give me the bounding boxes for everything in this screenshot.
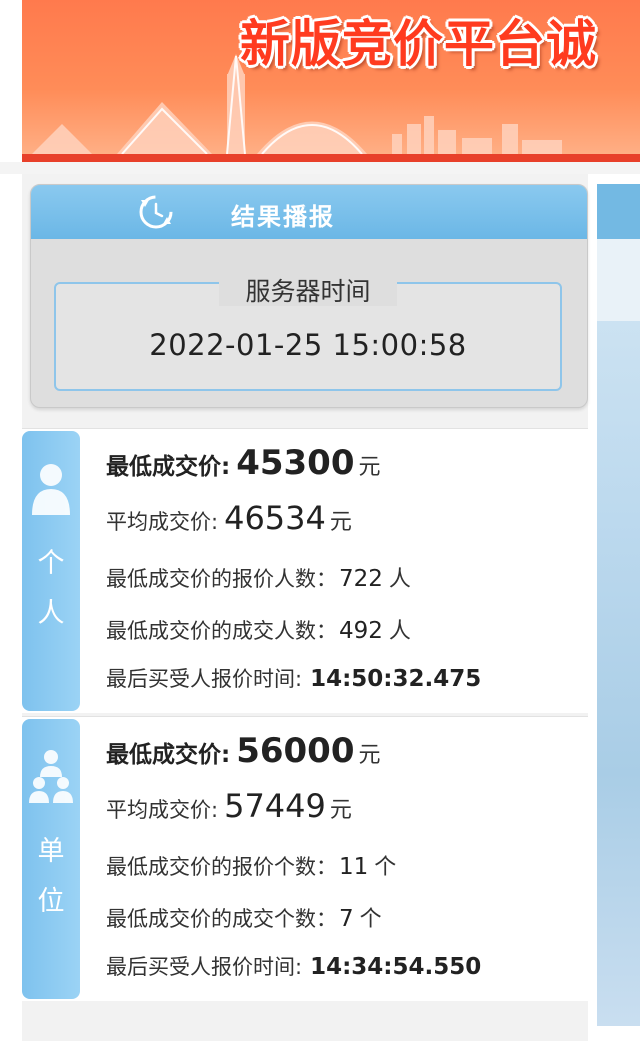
lowest-bid-count-row: 最低成交价的报价个数：11 个 [106,849,396,881]
lowest-deal-count-value: 492 [339,618,383,644]
lowest-price-value: 56000 [236,731,355,771]
personal-tab-label-2: 人 [37,598,65,629]
avg-price-row: 平均成交价: 46534 元 [106,499,352,537]
panel-header: 结果播报 [31,185,587,239]
company-tab-label-2: 位 [37,886,65,917]
personal-results-section: 个 人 最低成交价: 45300 元 平均成交价: 46534 元 最低成交价的报价人数… [22,428,588,713]
count-unit: 人 [388,567,411,592]
avg-price-label: 平均成交价: [106,510,219,534]
personal-tab-label-1: 个 [37,548,65,579]
right-panel-header [597,184,640,239]
currency-unit: 元 [358,743,381,768]
right-panel-band [597,239,640,321]
last-bid-time-row: 最后买受人报价时间: 14:50:32.475 [106,663,481,693]
right-panel-clipped [597,184,640,1026]
currency-unit: 元 [329,798,352,823]
spacer [0,162,640,174]
lowest-price-value: 45300 [236,443,355,483]
last-bid-time-value: 14:34:54.550 [310,954,482,980]
lowest-deal-count-row: 最低成交价的成交个数：7 个 [106,901,382,933]
last-bid-time-value: 14:50:32.475 [310,666,482,692]
server-time-box: 服务器时间 2022-01-25 15:00:58 [54,277,562,391]
banner-stripe [22,154,640,162]
panel-title: 结果播报 [231,203,335,231]
person-icon [32,464,70,515]
lowest-price-row: 最低成交价: 45300 元 [106,443,381,483]
last-bid-time-label: 最后买受人报价时间: [106,955,303,979]
server-time-value: 2022-01-25 15:00:58 [149,328,467,362]
lowest-bid-count-value: 11 [339,854,369,880]
lowest-deal-count-row: 最低成交价的成交人数：492 人 [106,613,411,645]
currency-unit: 元 [358,455,381,480]
count-unit: 个 [359,907,382,932]
company-tab-label-1: 单 [37,836,65,867]
lowest-price-row: 最低成交价: 56000 元 [106,731,381,771]
result-broadcast-column: 结果播报 服务器时间 2022-01-25 15:00:58 个 人 最低成交价… [22,174,588,1041]
server-time-panel: 结果播报 服务器时间 2022-01-25 15:00:58 [30,184,588,408]
banner-title: 新版竞价平台诚 [240,14,597,73]
company-tab: 单 位 [22,719,80,999]
count-unit: 个 [374,855,397,880]
last-bid-time-row: 最后买受人报价时间: 14:34:54.550 [106,951,481,981]
count-unit: 人 [388,619,411,644]
refresh-icon[interactable] [135,192,177,232]
server-time-label: 服务器时间 [56,272,560,308]
personal-tab: 个 人 [22,431,80,711]
lowest-bid-count-label: 最低成交价的报价个数： [106,855,337,879]
group-icon [29,750,73,803]
lowest-deal-count-value: 7 [339,906,354,932]
lowest-bid-count-row: 最低成交价的报价人数：722 人 [106,561,411,593]
lowest-bid-count-label: 最低成交价的报价人数： [106,567,337,591]
avg-price-value: 57449 [224,787,326,825]
avg-price-value: 46534 [224,499,326,537]
lowest-deal-count-label: 最低成交价的成交个数： [106,907,337,931]
avg-price-row: 平均成交价: 57449 元 [106,787,352,825]
lowest-price-label: 最低成交价: [106,742,231,768]
company-results-section: 单 位 最低成交价: 56000 元 平均成交价: 57449 元 最低成交价的报价个数… [22,716,588,1001]
currency-unit: 元 [329,510,352,535]
lowest-deal-count-label: 最低成交价的成交人数： [106,619,337,643]
last-bid-time-label: 最后买受人报价时间: [106,667,303,691]
lowest-bid-count-value: 722 [339,566,383,592]
header-banner: 新版竞价平台诚 [22,0,640,162]
lowest-price-label: 最低成交价: [106,454,231,480]
avg-price-label: 平均成交价: [106,798,219,822]
